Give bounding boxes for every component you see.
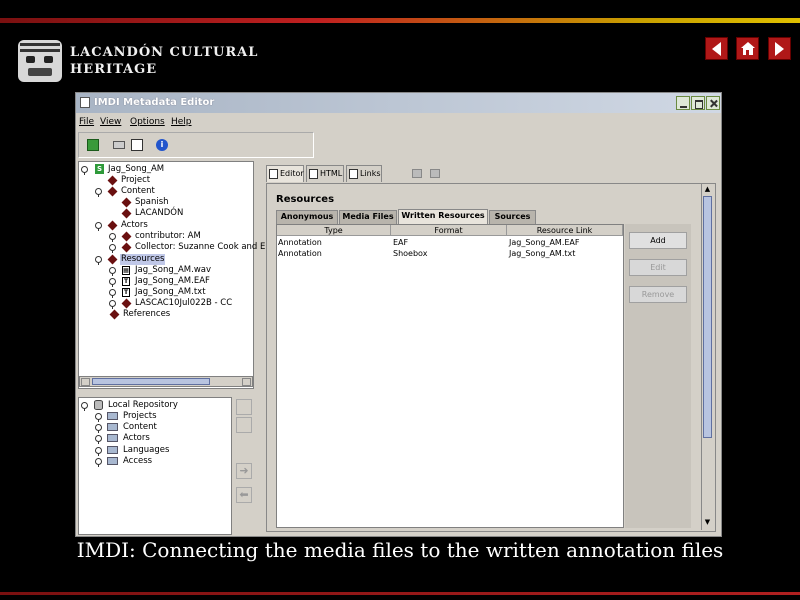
add-button[interactable]: Add — [629, 232, 687, 249]
forward-arrow-icon — [775, 41, 784, 56]
expand-toggle-icon[interactable] — [95, 256, 102, 265]
scroll-down-icon[interactable]: ▼ — [703, 518, 712, 527]
expand-toggle-icon[interactable] — [81, 402, 88, 411]
repo-open-button[interactable] — [236, 417, 252, 433]
column-header-format[interactable]: Format — [391, 225, 507, 236]
window-titlebar: IMDI Metadata Editor — [76, 93, 721, 113]
scroll-right-icon[interactable] — [242, 378, 251, 386]
text-file-icon: T — [122, 288, 130, 297]
menu-help[interactable]: Help — [171, 117, 192, 127]
node-icon — [121, 208, 132, 219]
top-accent-bar — [0, 18, 800, 23]
app-icon — [80, 97, 90, 108]
folder-icon — [107, 457, 118, 465]
expand-toggle-icon[interactable] — [95, 222, 102, 231]
expand-toggle-icon[interactable] — [95, 435, 102, 444]
back-arrow-icon — [712, 41, 721, 56]
editor-vertical-scrollbar[interactable]: ▲ ▼ — [701, 184, 713, 530]
back-button[interactable] — [705, 37, 728, 60]
expand-toggle-icon[interactable] — [81, 166, 88, 175]
node-icon — [107, 186, 118, 197]
resources-editor: Resources Anonymous Media Files Written … — [266, 183, 716, 532]
minimize-button[interactable] — [676, 96, 690, 110]
tree-horizontal-scrollbar[interactable] — [79, 376, 253, 387]
expand-toggle-icon[interactable] — [109, 289, 116, 298]
expand-toggle-icon[interactable] — [109, 278, 116, 287]
tab-html[interactable]: HTML — [306, 165, 344, 182]
folder-icon — [107, 423, 118, 431]
expand-toggle-icon[interactable] — [109, 233, 116, 242]
session-icon: S — [95, 164, 104, 174]
section-title: Resources — [276, 194, 335, 205]
tab-anonymous[interactable]: Anonymous — [276, 210, 338, 224]
window-title: IMDI Metadata Editor — [94, 97, 215, 108]
expand-toggle-icon[interactable] — [109, 267, 116, 276]
info-icon[interactable]: i — [156, 139, 168, 151]
column-header-resource-link[interactable]: Resource Link — [507, 225, 623, 236]
scroll-thumb[interactable] — [92, 378, 210, 385]
new-document-icon[interactable] — [87, 139, 99, 151]
text-file-icon: T — [122, 277, 130, 286]
tab-media-files[interactable]: Media Files — [339, 210, 397, 224]
edit-button[interactable]: Edit — [629, 259, 687, 276]
scroll-up-icon[interactable]: ▲ — [703, 185, 712, 194]
written-resources-table: Type Format Resource Link Annotation EAF… — [276, 224, 624, 528]
tab-editor[interactable]: Editor — [266, 165, 304, 182]
repository-tree: Local Repository Projects Content Actors… — [78, 397, 232, 535]
repo-action-button[interactable] — [236, 399, 252, 415]
links-icon — [349, 169, 358, 179]
close-button[interactable] — [706, 96, 720, 110]
session-tree: S Jag_Song_AM Project Content Spanish LA… — [78, 161, 265, 389]
node-icon — [121, 197, 132, 208]
node-icon — [121, 242, 132, 253]
node-icon — [121, 298, 132, 309]
lacandon-logo — [18, 40, 62, 82]
menu-bar: File View Options Help — [76, 114, 721, 130]
expand-toggle-icon[interactable] — [95, 447, 102, 456]
expand-toggle-icon[interactable] — [95, 413, 102, 422]
save-icon[interactable] — [131, 139, 143, 151]
slide-caption: IMDI: Connecting the media files to the … — [76, 538, 724, 562]
imdi-editor-window: IMDI Metadata Editor File View Options H… — [75, 92, 722, 537]
menu-options[interactable]: Options — [130, 117, 165, 127]
node-icon — [121, 231, 132, 242]
html-icon — [309, 169, 318, 179]
scroll-thumb[interactable] — [703, 196, 712, 438]
database-icon — [94, 400, 103, 410]
main-toolbar: i — [78, 132, 314, 158]
folder-icon — [107, 412, 118, 420]
open-icon[interactable] — [113, 141, 125, 149]
expand-toggle-icon[interactable] — [109, 300, 116, 309]
node-icon — [109, 309, 120, 320]
tab-written-resources[interactable]: Written Resources — [398, 209, 488, 224]
move-left-button[interactable]: ⬅ — [236, 487, 252, 503]
remove-button[interactable]: Remove — [629, 286, 687, 303]
expand-toggle-icon[interactable] — [95, 188, 102, 197]
node-icon — [107, 220, 118, 231]
back-nav-icon[interactable] — [412, 169, 422, 178]
expand-toggle-icon[interactable] — [95, 424, 102, 433]
forward-nav-icon[interactable] — [430, 169, 440, 178]
node-icon — [107, 254, 118, 265]
media-file-icon: ▦ — [122, 266, 130, 275]
column-header-type[interactable]: Type — [277, 225, 391, 236]
expand-toggle-icon[interactable] — [95, 458, 102, 467]
site-title: Lacandón Cultural Heritage — [70, 45, 259, 77]
bottom-accent-bar — [0, 592, 800, 595]
tab-sources[interactable]: Sources — [489, 210, 536, 224]
home-icon — [741, 42, 755, 55]
menu-file[interactable]: File — [79, 117, 94, 127]
expand-toggle-icon[interactable] — [109, 244, 116, 253]
forward-button[interactable] — [768, 37, 791, 60]
scroll-left-icon[interactable] — [81, 378, 90, 386]
folder-icon — [107, 434, 118, 442]
home-button[interactable] — [736, 37, 759, 60]
move-right-button[interactable]: ➜ — [236, 463, 252, 479]
menu-view[interactable]: View — [100, 117, 121, 127]
maximize-button[interactable] — [691, 96, 705, 110]
document-icon — [269, 169, 278, 179]
tab-links[interactable]: Links — [346, 165, 382, 182]
node-icon — [107, 175, 118, 186]
folder-icon — [107, 446, 118, 454]
